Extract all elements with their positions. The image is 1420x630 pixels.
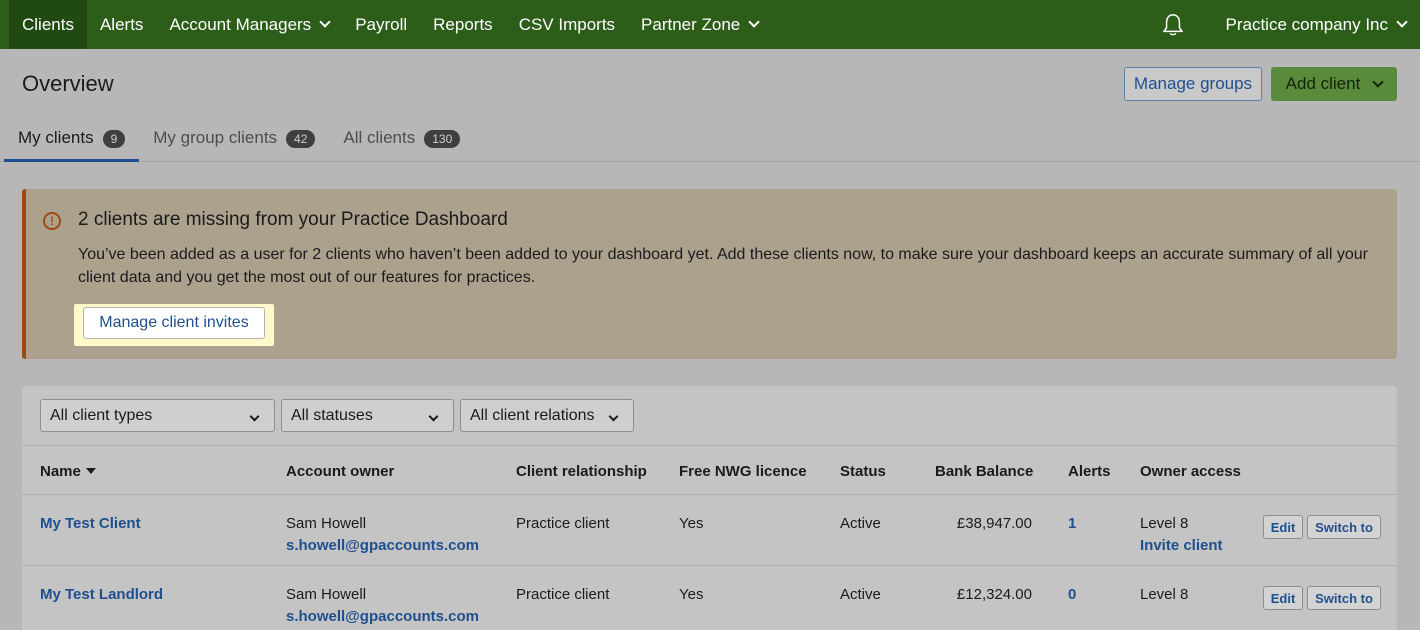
add-client-button[interactable]: Add client: [1271, 67, 1397, 101]
tab-all-clients[interactable]: All clients 130: [329, 119, 474, 161]
company-name: Practice company Inc: [1225, 14, 1388, 34]
select-value: All client relations: [470, 406, 595, 424]
relationship-column-header: Client relationship: [516, 463, 647, 480]
licence-cell: Yes: [679, 515, 704, 532]
nav-payroll[interactable]: Payroll: [342, 0, 420, 49]
balance-cell: £38,947.00: [956, 515, 1032, 532]
table-row: My Test Landlord Sam Howell s.howell@gpa…: [22, 566, 1397, 630]
bell-icon[interactable]: [1162, 13, 1184, 37]
table-row: My Test Client Sam Howell s.howell@gpacc…: [22, 495, 1397, 566]
nav-partner-zone-label: Partner Zone: [641, 14, 741, 34]
nav-payroll-label: Payroll: [355, 14, 408, 34]
client-name-link[interactable]: My Test Landlord: [40, 584, 163, 606]
filter-bar: All client types All statuses All client…: [40, 399, 634, 432]
manage-client-invites-button[interactable]: Manage client invites: [83, 307, 265, 339]
tab-my-group-clients[interactable]: My group clients 42: [139, 119, 329, 161]
edit-button[interactable]: Edit: [1263, 586, 1303, 610]
relationship-cell: Practice client: [516, 586, 610, 603]
nav-alerts-label: Alerts: [99, 14, 144, 34]
warning-icon: !: [43, 212, 61, 230]
nav-account-managers[interactable]: Account Managers: [156, 0, 342, 49]
tab-label: All clients: [343, 128, 416, 147]
count-badge: 130: [424, 130, 461, 148]
status-select[interactable]: All statuses: [281, 399, 454, 432]
access-column-header: Owner access: [1140, 463, 1241, 480]
edit-button[interactable]: Edit: [1263, 515, 1303, 539]
name-column-header[interactable]: Name: [40, 463, 96, 480]
access-level: Level 8: [1140, 515, 1189, 532]
licence-cell: Yes: [679, 586, 704, 603]
top-nav: Clients Alerts Account Managers Payroll …: [0, 0, 1420, 49]
tab-my-clients[interactable]: My clients 9: [4, 119, 140, 162]
owner-access-cell: Level 8 Invite client: [1140, 513, 1223, 557]
tab-label: My group clients: [153, 128, 278, 147]
invite-client-link[interactable]: Invite client: [1140, 535, 1223, 557]
owner-access-cell: Level 8: [1140, 584, 1188, 606]
sort-down-icon: [85, 468, 96, 474]
company-menu[interactable]: Practice company Inc: [1212, 0, 1420, 49]
nav-csv-imports[interactable]: CSV Imports: [506, 0, 628, 49]
select-value: All statuses: [291, 406, 373, 424]
chevron-down-icon: [319, 16, 331, 28]
manage-groups-button[interactable]: Manage groups: [1124, 67, 1262, 101]
owner-column-header: Account owner: [286, 463, 395, 480]
balance-column-header: Bank Balance: [935, 463, 1034, 480]
licence-column-header: Free NWG licence: [679, 463, 807, 480]
alerts-column-header: Alerts: [1068, 463, 1111, 480]
owner-email-link[interactable]: s.howell@gpaccounts.com: [286, 535, 479, 557]
owner-name: Sam Howell: [286, 515, 367, 532]
access-level: Level 8: [1140, 586, 1189, 603]
table-header: Name Account owner Client relationship F…: [22, 445, 1397, 495]
nav-reports[interactable]: Reports: [420, 0, 506, 49]
client-type-select[interactable]: All client types: [40, 399, 275, 432]
status-cell: Active: [840, 515, 881, 532]
nav-account-managers-label: Account Managers: [169, 14, 312, 34]
nav-alerts[interactable]: Alerts: [87, 0, 156, 49]
account-owner: Sam Howell s.howell@gpaccounts.com: [286, 584, 479, 628]
account-owner: Sam Howell s.howell@gpaccounts.com: [286, 513, 479, 557]
count-badge: 9: [102, 130, 126, 148]
client-name-link[interactable]: My Test Client: [40, 513, 141, 535]
alerts-count-link[interactable]: 1: [1068, 513, 1076, 535]
banner-text: You’ve been added as a user for 2 client…: [78, 246, 1368, 286]
status-cell: Active: [840, 586, 881, 603]
clients-card: All client types All statuses All client…: [22, 386, 1397, 630]
nav-partner-zone[interactable]: Partner Zone: [628, 0, 771, 49]
status-column-header: Status: [840, 463, 886, 480]
switch-to-button[interactable]: Switch to: [1307, 586, 1381, 610]
balance-cell: £12,324.00: [956, 586, 1032, 603]
chevron-down-icon: [1396, 16, 1408, 28]
chevron-down-icon: [249, 411, 260, 422]
nav-clients-label: Clients: [22, 14, 74, 34]
banner-title: 2 clients are missing from your Practice…: [78, 209, 508, 230]
select-value: All client types: [50, 406, 153, 424]
nav-csv-imports-label: CSV Imports: [518, 14, 616, 34]
chevron-down-icon: [608, 411, 619, 422]
relationship-cell: Practice client: [516, 515, 610, 532]
page-title: Overview: [22, 71, 114, 96]
chevron-down-icon: [1372, 75, 1384, 88]
nav-right: Practice company Inc: [1162, 0, 1420, 49]
nav-reports-label: Reports: [433, 14, 493, 34]
nav-clients[interactable]: Clients: [9, 0, 87, 49]
missing-clients-banner: ! 2 clients are missing from your Practi…: [22, 189, 1397, 359]
owner-name: Sam Howell: [286, 586, 367, 603]
add-client-label: Add client: [1285, 74, 1361, 93]
tab-label: My clients: [18, 128, 94, 147]
chevron-down-icon: [748, 16, 760, 28]
count-badge: 42: [286, 130, 316, 148]
switch-to-button[interactable]: Switch to: [1307, 515, 1381, 539]
header-label: Name: [40, 463, 81, 480]
owner-email-link[interactable]: s.howell@gpaccounts.com: [286, 606, 479, 628]
relation-select[interactable]: All client relations: [460, 399, 634, 432]
chevron-down-icon: [428, 411, 439, 422]
alerts-count-link[interactable]: 0: [1068, 584, 1076, 606]
client-tabs: My clients 9 My group clients 42 All cli…: [0, 119, 1420, 162]
